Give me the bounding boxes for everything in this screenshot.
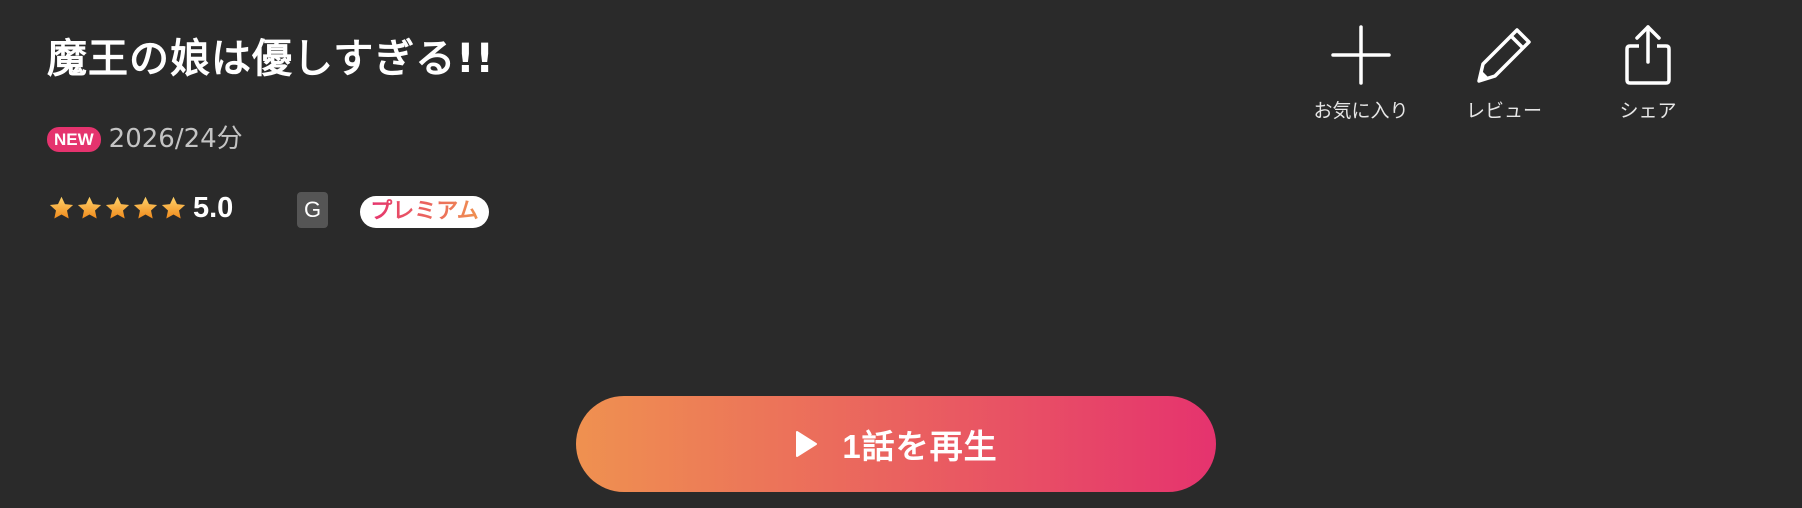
page-title: 魔王の娘は優しすぎる!!	[47, 36, 495, 82]
age-rating-badge: G	[297, 192, 328, 228]
premium-badge: プレミアム	[360, 196, 489, 228]
favorite-label: お気に入り	[1313, 100, 1409, 122]
favorite-button[interactable]: お気に入り	[1296, 24, 1426, 123]
star-icon	[77, 196, 102, 219]
share-button[interactable]: シェア	[1583, 24, 1713, 123]
pencil-icon	[1477, 28, 1531, 83]
release-info: 2026/24分	[108, 124, 243, 154]
star-icon	[49, 196, 74, 219]
plus-icon	[1331, 25, 1391, 85]
share-icon	[1625, 25, 1671, 85]
star-icon	[161, 196, 186, 219]
star-icon	[105, 196, 130, 219]
new-badge: NEW	[47, 126, 101, 152]
premium-label: プレミアム	[370, 199, 479, 224]
meta-row: NEW 2026/24分	[47, 124, 243, 154]
review-button[interactable]: レビュー	[1439, 24, 1569, 123]
star-rating: 5.0	[48, 192, 233, 225]
play-episode-button[interactable]: 1話を再生	[576, 396, 1216, 492]
play-label: 1話を再生	[842, 428, 998, 465]
share-label: シェア	[1619, 100, 1677, 122]
play-icon	[796, 431, 818, 457]
rating-value: 5.0	[193, 192, 234, 224]
star-icon	[133, 196, 158, 219]
review-label: レビュー	[1465, 100, 1542, 122]
